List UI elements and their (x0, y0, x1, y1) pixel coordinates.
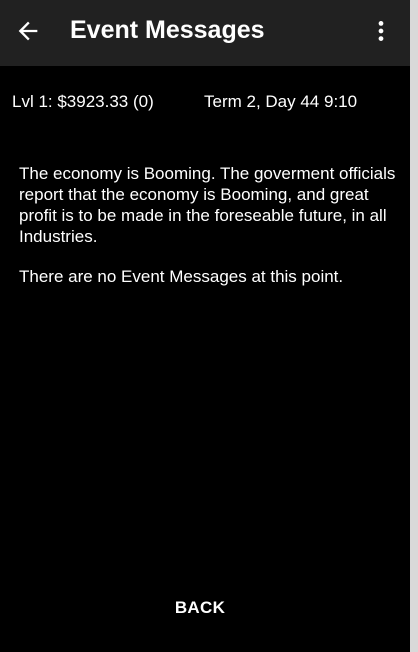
level-funds-text: Lvl 1: $3923.33 (0) (12, 92, 154, 111)
economy-message: The economy is Booming. The goverment of… (19, 164, 396, 246)
app-bar: Event Messages (0, 0, 410, 66)
event-message: There are no Event Messages at this poin… (19, 267, 344, 286)
page-title: Event Messages (70, 16, 265, 44)
screen-edge (410, 0, 418, 652)
back-button[interactable]: BACK (150, 590, 250, 626)
arrow-left-icon[interactable] (14, 17, 42, 45)
term-day-time-text: Term 2, Day 44 9:10 (204, 92, 358, 111)
screen: Event Messages Lvl 1: $3923.33 (0) Term … (0, 0, 410, 652)
more-vert-icon[interactable] (368, 17, 394, 45)
